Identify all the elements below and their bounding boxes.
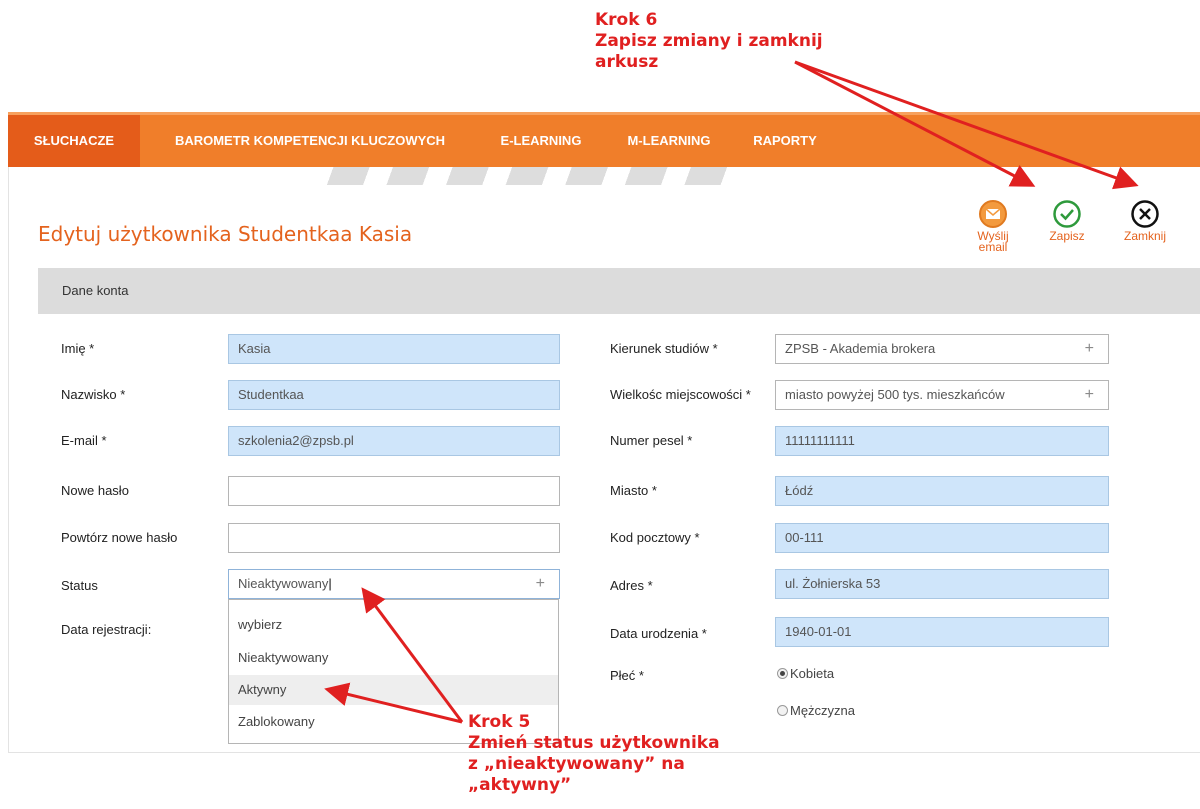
arrow-to-close xyxy=(794,60,1139,190)
annotation-arrows xyxy=(324,60,1139,724)
arrow-to-save xyxy=(794,60,1036,187)
